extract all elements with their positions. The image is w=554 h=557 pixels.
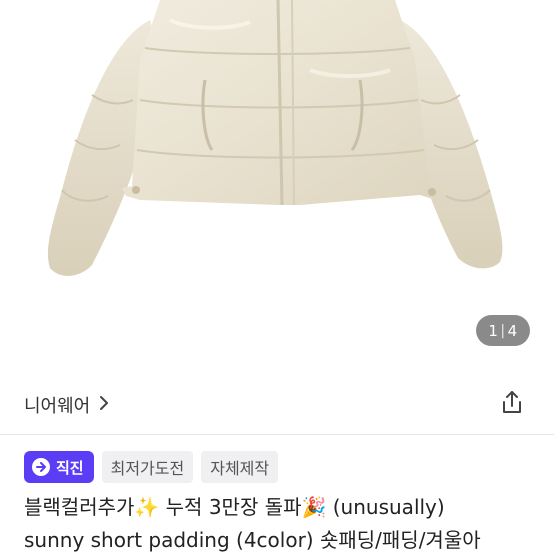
section-divider <box>0 434 554 435</box>
chevron-right-icon <box>98 395 110 416</box>
brand-row: 니어웨어 <box>0 382 554 426</box>
tag-own-production: 자체제작 <box>201 451 279 483</box>
direct-badge: 직진 <box>24 451 94 483</box>
share-button[interactable] <box>497 389 527 419</box>
tag-lowest-price: 최저가도전 <box>101 451 194 483</box>
jacket-illustration <box>47 0 503 276</box>
badge-row: 직진 최저가도전 자체제작 <box>24 451 279 483</box>
image-page-indicator: 1 | 4 <box>476 315 530 346</box>
page-current: 1 <box>488 321 499 340</box>
share-icon <box>500 389 524 419</box>
product-title-line1: 블랙컬러추가✨ 누적 3만장 돌파🎉 (unusually) <box>24 495 445 519</box>
page-separator: | <box>500 322 506 339</box>
product-title-line2: sunny short padding (4color) 숏패딩/패딩/겨울아 <box>24 528 481 552</box>
brand-name: 니어웨어 <box>24 396 91 417</box>
brand-link[interactable]: 니어웨어 <box>24 392 110 418</box>
product-image[interactable]: 1 | 4 <box>0 0 554 366</box>
arrow-right-icon <box>32 458 50 476</box>
direct-badge-label: 직진 <box>56 458 84 477</box>
page-total: 4 <box>507 321 518 340</box>
product-title: 블랙컬러추가✨ 누적 3만장 돌파🎉 (unusually) sunny sho… <box>24 491 544 557</box>
